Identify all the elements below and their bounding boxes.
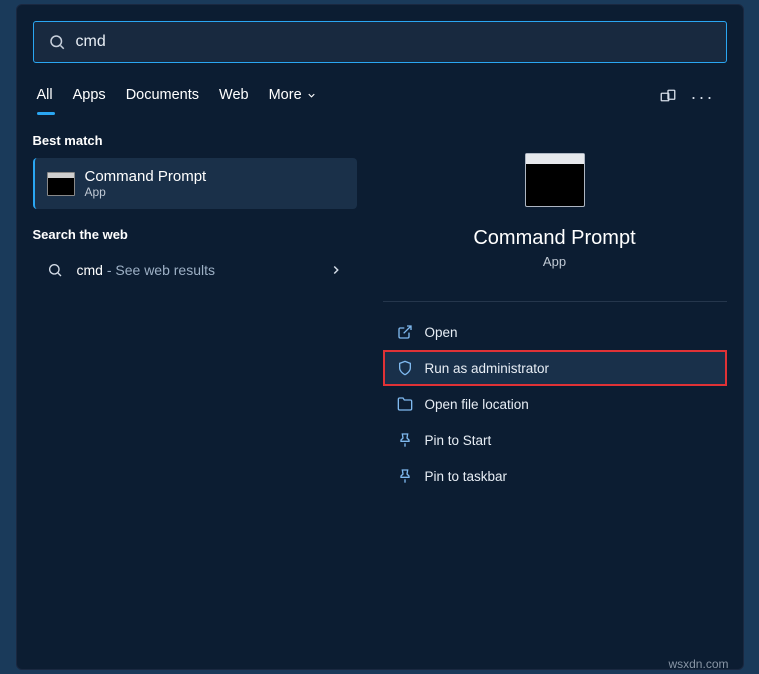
open-icon — [397, 324, 413, 340]
tab-all[interactable]: All — [37, 81, 53, 113]
tab-more[interactable]: More — [269, 81, 317, 113]
results-column: Best match Command Prompt App Search the… — [33, 127, 357, 494]
action-open-file-location[interactable]: Open file location — [383, 386, 727, 422]
command-prompt-icon — [47, 172, 75, 196]
action-run-admin-label: Run as administrator — [425, 361, 550, 376]
best-match-heading: Best match — [33, 133, 357, 148]
result-subtitle: App — [85, 185, 207, 199]
pin-icon — [397, 468, 413, 484]
tab-web[interactable]: Web — [219, 81, 249, 113]
preview-column: Command Prompt App Open Run as administr… — [375, 127, 727, 494]
action-pin-start-label: Pin to Start — [425, 433, 492, 448]
tab-documents[interactable]: Documents — [126, 81, 199, 113]
action-open-label: Open — [425, 325, 458, 340]
web-query: cmd — [77, 262, 103, 278]
web-suffix: - See web results — [103, 262, 215, 278]
action-pin-to-taskbar[interactable]: Pin to taskbar — [383, 458, 727, 494]
folder-icon — [397, 396, 413, 412]
search-web-heading: Search the web — [33, 227, 357, 242]
action-pin-to-start[interactable]: Pin to Start — [383, 422, 727, 458]
divider — [383, 301, 727, 302]
devices-icon[interactable] — [659, 88, 677, 106]
pin-icon — [397, 432, 413, 448]
watermark: wsxdn.com — [668, 657, 728, 671]
search-input[interactable] — [66, 33, 712, 51]
preview-subtitle: App — [383, 254, 727, 269]
action-run-as-administrator[interactable]: Run as administrator — [383, 350, 727, 386]
result-command-prompt[interactable]: Command Prompt App — [33, 158, 357, 209]
search-icon — [47, 262, 63, 278]
chevron-right-icon — [329, 263, 343, 277]
action-open[interactable]: Open — [383, 314, 727, 350]
tabs-row: All Apps Documents Web More ··· — [33, 81, 727, 113]
tab-apps[interactable]: Apps — [73, 81, 106, 113]
search-box[interactable] — [33, 21, 727, 63]
action-pin-taskbar-label: Pin to taskbar — [425, 469, 508, 484]
web-result-cmd[interactable]: cmd - See web results — [33, 252, 357, 288]
search-icon — [48, 33, 66, 51]
shield-icon — [397, 360, 413, 376]
result-title: Command Prompt — [85, 168, 207, 185]
chevron-down-icon — [306, 90, 317, 101]
start-search-panel: All Apps Documents Web More ··· Best mat… — [16, 4, 744, 670]
more-options-icon[interactable]: ··· — [691, 87, 715, 108]
preview-app-icon — [525, 153, 585, 207]
preview-title: Command Prompt — [383, 227, 727, 250]
action-open-loc-label: Open file location — [425, 397, 529, 412]
